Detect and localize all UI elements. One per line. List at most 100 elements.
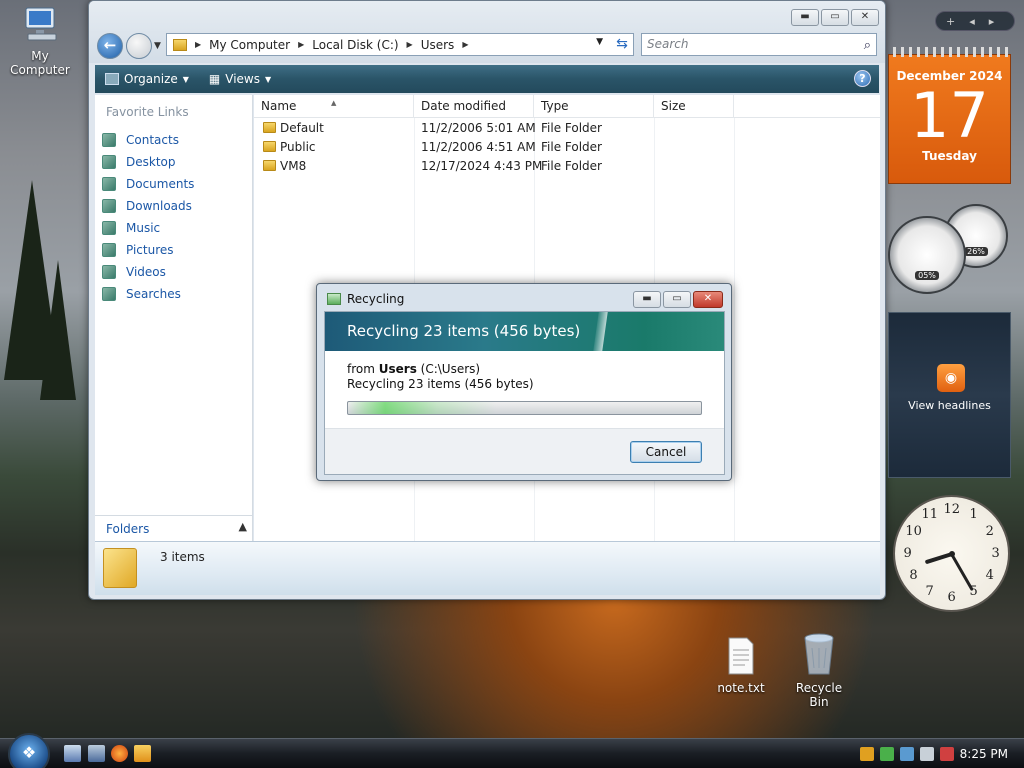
folder-icon xyxy=(263,160,276,171)
breadcrumb-separator-icon[interactable]: ▶ xyxy=(294,40,308,49)
table-row[interactable]: VM8 12/17/2024 4:43 PM File Folder xyxy=(254,157,880,176)
dialog-close-button[interactable]: ✕ xyxy=(693,291,723,308)
column-header-date[interactable]: Date modified xyxy=(414,95,534,118)
start-button[interactable]: ❖ xyxy=(8,733,50,768)
file-type: File Folder xyxy=(541,121,602,135)
dialog-minimize-button[interactable]: ▬ xyxy=(633,291,661,308)
minimize-button[interactable]: ▬ xyxy=(791,9,819,26)
back-arrow-icon: ← xyxy=(103,36,117,54)
from-path: (C:\Users) xyxy=(416,362,481,376)
file-name-cell: Public xyxy=(263,138,316,157)
network-icon[interactable] xyxy=(900,747,914,761)
cpu-gauge-large[interactable]: 05% xyxy=(888,216,966,294)
breadcrumb-separator-icon[interactable]: ▶ xyxy=(458,40,472,49)
command-bar: Organize ▼ ▦ Views ▼ ? xyxy=(95,65,879,93)
close-button[interactable]: ✕ xyxy=(851,9,879,26)
breadcrumb-users[interactable]: Users xyxy=(417,38,459,52)
nav-link-documents[interactable]: Documents xyxy=(95,173,252,195)
nav-link-contacts[interactable]: Contacts xyxy=(95,129,252,151)
firefox-icon[interactable] xyxy=(111,745,128,762)
switch-windows-icon[interactable] xyxy=(88,745,105,762)
refresh-button[interactable]: ⇆ xyxy=(610,33,634,56)
banner-glass-decoration xyxy=(593,312,608,351)
next-button[interactable]: ▸ xyxy=(989,15,995,28)
previous-button[interactable]: ◂ xyxy=(969,15,975,28)
nav-link-label: Searches xyxy=(126,287,181,301)
breadcrumb-local-disk[interactable]: Local Disk (C:) xyxy=(308,38,402,52)
back-button[interactable]: ← xyxy=(97,33,123,59)
breadcrumb-my-computer[interactable]: My Computer xyxy=(205,38,294,52)
maximize-button[interactable]: ▭ xyxy=(821,9,849,26)
column-header-name[interactable]: Name ▲ xyxy=(254,95,414,118)
update-icon[interactable] xyxy=(880,747,894,761)
feed-headlines-gadget[interactable]: ◉ View headlines xyxy=(888,312,1011,478)
recent-pages-dropdown[interactable]: ▼ xyxy=(154,41,161,51)
desktop-icon-note[interactable]: note.txt xyxy=(716,636,766,695)
view-headlines-link[interactable]: View headlines xyxy=(889,399,1010,412)
add-gadget-button[interactable]: + xyxy=(946,15,955,28)
nav-link-label: Desktop xyxy=(126,155,176,169)
text-file-icon xyxy=(728,637,754,675)
folders-toggle[interactable]: Folders ▲ xyxy=(95,515,253,541)
from-prefix: from xyxy=(347,362,379,376)
details-pane: 3 items xyxy=(95,541,880,595)
column-label: Name xyxy=(261,99,297,113)
nav-link-label: Documents xyxy=(126,177,195,191)
from-name: Users xyxy=(378,362,417,376)
folder-icon xyxy=(263,122,276,133)
desktop-icon-recycle-bin[interactable]: Recycle Bin xyxy=(786,632,852,709)
search-input[interactable]: Search ⌕ xyxy=(641,33,877,56)
file-type: File Folder xyxy=(541,140,602,154)
breadcrumb-separator-icon[interactable]: ▶ xyxy=(403,40,417,49)
nav-link-videos[interactable]: Videos xyxy=(95,261,252,283)
volume-muted-icon[interactable] xyxy=(940,747,954,761)
help-button[interactable]: ? xyxy=(854,70,871,87)
search-icon[interactable]: ⌕ xyxy=(864,35,871,56)
organize-button[interactable]: Organize ▼ xyxy=(95,72,199,86)
media-player-icon[interactable] xyxy=(134,745,151,762)
views-button[interactable]: ▦ Views ▼ xyxy=(199,72,281,86)
dialog-maximize-button[interactable]: ▭ xyxy=(663,291,691,308)
music-icon xyxy=(102,221,116,235)
show-desktop-icon[interactable] xyxy=(64,745,81,762)
file-name: Public xyxy=(280,140,316,154)
chevron-down-icon: ▼ xyxy=(265,74,272,84)
column-header-size[interactable]: Size xyxy=(654,95,734,118)
views-icon: ▦ xyxy=(208,72,221,86)
address-dropdown-icon[interactable]: ▼ xyxy=(596,37,603,47)
calendar-gadget[interactable]: December 2024 17 Tuesday xyxy=(888,47,1011,184)
cancel-button[interactable]: Cancel xyxy=(630,441,702,463)
file-name-cell: Default xyxy=(263,119,324,138)
folder-large-icon xyxy=(103,548,137,588)
dialog-caption-buttons: ▬ ▭ ✕ xyxy=(633,291,723,308)
nav-link-downloads[interactable]: Downloads xyxy=(95,195,252,217)
display-icon[interactable] xyxy=(920,747,934,761)
desktop-icon-label: Recycle Bin xyxy=(795,681,843,709)
taskbar-clock[interactable]: 8:25 PM xyxy=(960,747,1008,761)
calendar-rings xyxy=(893,47,1008,57)
nav-link-searches[interactable]: Searches xyxy=(95,283,252,305)
dialog-banner: Recycling 23 items (456 bytes) xyxy=(325,312,724,351)
gauge-value: 26% xyxy=(964,247,988,256)
desktop-icon-label: note.txt xyxy=(717,681,765,695)
address-bar[interactable]: ▶ My Computer ▶ Local Disk (C:) ▶ Users … xyxy=(166,33,634,56)
desktop-icon-my-computer[interactable]: My Computer xyxy=(0,4,80,77)
clock-gadget[interactable]: 12 1 2 3 4 5 6 7 8 9 10 11 xyxy=(893,495,1010,612)
column-header-type[interactable]: Type xyxy=(534,95,654,118)
security-shield-icon[interactable] xyxy=(860,747,874,761)
nav-link-desktop[interactable]: Desktop xyxy=(95,151,252,173)
calendar-day: 17 xyxy=(910,79,989,152)
table-row[interactable]: Default 11/2/2006 5:01 AM File Folder xyxy=(254,119,880,138)
nav-link-label: Contacts xyxy=(126,133,179,147)
file-name: VM8 xyxy=(280,159,307,173)
nav-link-label: Downloads xyxy=(126,199,192,213)
gauge-readout: 05% xyxy=(890,271,964,280)
nav-link-pictures[interactable]: Pictures xyxy=(95,239,252,261)
nav-link-music[interactable]: Music xyxy=(95,217,252,239)
folder-icon xyxy=(263,141,276,152)
navigation-pane: Favorite Links Contacts Desktop Document… xyxy=(95,95,253,541)
breadcrumb-separator-icon[interactable]: ▶ xyxy=(191,40,205,49)
forward-button[interactable] xyxy=(126,33,152,59)
column-headers: Name ▲ Date modified Type Size xyxy=(254,95,880,118)
table-row[interactable]: Public 11/2/2006 4:51 AM File Folder xyxy=(254,138,880,157)
